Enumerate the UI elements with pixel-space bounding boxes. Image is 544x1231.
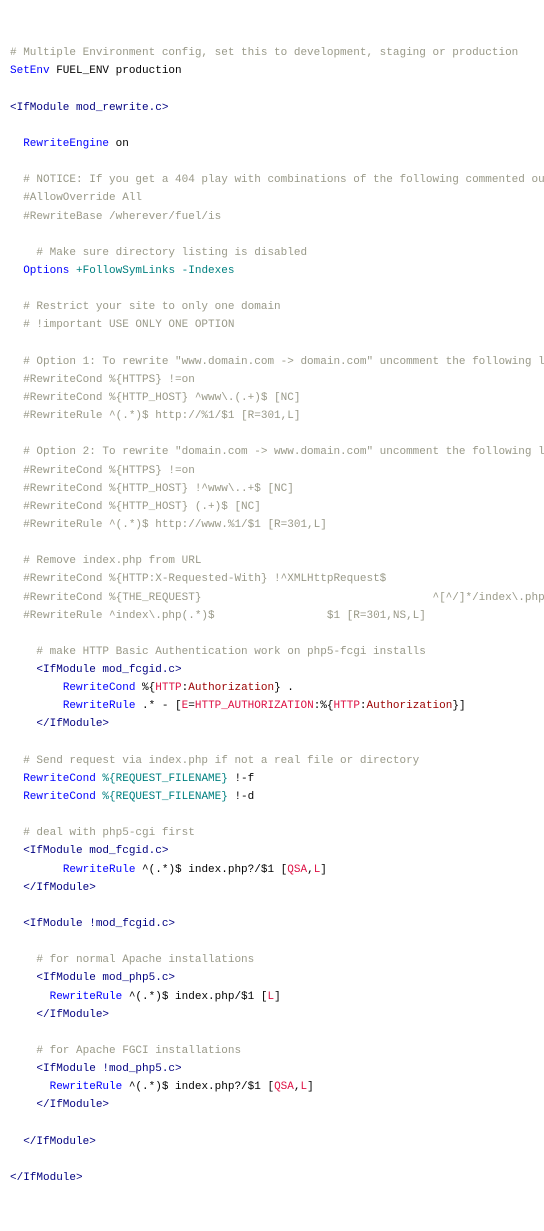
tag-close: </IfModule>: [36, 1009, 109, 1021]
text: FUEL_ENV production: [50, 65, 182, 77]
text: ]: [320, 864, 327, 876]
text: ]: [274, 991, 281, 1003]
comment: # Option 1: To rewrite "www.domain.com -…: [23, 356, 544, 368]
variable: %{REQUEST_FILENAME}: [96, 773, 228, 785]
directive: Options: [23, 265, 69, 277]
comment: # Restrict your site to only one domain: [23, 301, 280, 313]
options: +FollowSymLinks -Indexes: [69, 265, 234, 277]
text: :: [360, 700, 367, 712]
literal: HTTP: [334, 700, 360, 712]
tag-close: </IfModule>: [10, 1172, 83, 1184]
tag-open: <IfModule !mod_fcgid.c>: [23, 918, 175, 930]
directive: RewriteCond: [23, 791, 96, 803]
comment: #RewriteRule ^index\.php(.*)$ $1 [R=301,…: [23, 610, 426, 622]
tag-open: <IfModule mod_fcgid.c>: [36, 664, 181, 676]
variable: %{REQUEST_FILENAME}: [96, 791, 228, 803]
comment: #RewriteCond %{THE_REQUEST} ^[^/]*/index…: [23, 592, 544, 604]
name: Authorization: [188, 682, 274, 694]
text: :%{: [314, 700, 334, 712]
comment: #RewriteCond %{HTTPS} !=on: [23, 465, 195, 477]
tag-close: </IfModule>: [36, 1099, 109, 1111]
tag-close: </IfModule>: [23, 1136, 96, 1148]
text: } .: [274, 682, 294, 694]
comment: # Multiple Environment config, set this …: [10, 47, 518, 59]
comment: #RewriteCond %{HTTP_HOST} !^www\..+$ [NC…: [23, 483, 294, 495]
text: ^(.*)$ index.php?/$1 [: [122, 1081, 274, 1093]
literal: HTTP_AUTHORIZATION: [195, 700, 314, 712]
tag-open: <IfModule !mod_php5.c>: [36, 1063, 181, 1075]
directive: RewriteCond: [63, 682, 136, 694]
text: ]: [307, 1081, 314, 1093]
comment: #RewriteRule ^(.*)$ http://www.%1/$1 [R=…: [23, 519, 327, 531]
text: !-f: [228, 773, 254, 785]
directive: RewriteRule: [50, 991, 123, 1003]
comment: # make HTTP Basic Authentication work on…: [36, 646, 425, 658]
comment: #RewriteRule ^(.*)$ http://%1/$1 [R=301,…: [23, 410, 300, 422]
comment: #RewriteCond %{HTTPS} !=on: [23, 374, 195, 386]
comment: # Make sure directory listing is disable…: [36, 247, 307, 259]
text: !-d: [228, 791, 254, 803]
tag-close: </IfModule>: [36, 718, 109, 730]
text: %{: [135, 682, 155, 694]
directive: RewriteEngine: [23, 138, 109, 150]
text: ^(.*)$ index.php?/$1 [: [135, 864, 287, 876]
comment: #AllowOverride All: [23, 192, 142, 204]
text: =: [188, 700, 195, 712]
comment: # for normal Apache installations: [36, 954, 254, 966]
text: .* - [: [135, 700, 181, 712]
comment: # Remove index.php from URL: [23, 555, 201, 567]
literal: HTTP: [155, 682, 181, 694]
comment: #RewriteCond %{HTTP_HOST} ^www\.(.+)$ [N…: [23, 392, 300, 404]
tag-open: <IfModule mod_fcgid.c>: [23, 845, 168, 857]
comment: # for Apache FGCI installations: [36, 1045, 241, 1057]
comment: # Send request via index.php if not a re…: [23, 755, 419, 767]
directive: SetEnv: [10, 65, 50, 77]
comment: # !important USE ONLY ONE OPTION: [23, 319, 234, 331]
directive: RewriteRule: [50, 1081, 123, 1093]
directive: RewriteRule: [63, 864, 136, 876]
code-block: # Multiple Environment config, set this …: [10, 47, 544, 1184]
name: Authorization: [367, 700, 453, 712]
text: ,: [307, 864, 314, 876]
tag-open: <IfModule mod_rewrite.c>: [10, 102, 168, 114]
directive: RewriteCond: [23, 773, 96, 785]
text: ^(.*)$ index.php/$1 [: [122, 991, 267, 1003]
comment: #RewriteCond %{HTTP:X-Requested-With} !^…: [23, 573, 386, 585]
comment: # deal with php5-cgi first: [23, 827, 195, 839]
text: on: [109, 138, 129, 150]
comment: # NOTICE: If you get a 404 play with com…: [23, 174, 544, 186]
directive: RewriteRule: [63, 700, 136, 712]
literal: QSA: [274, 1081, 294, 1093]
comment: #RewriteBase /wherever/fuel/is: [23, 211, 221, 223]
tag-close: </IfModule>: [23, 882, 96, 894]
comment: # Option 2: To rewrite "domain.com -> ww…: [23, 446, 544, 458]
tag-open: <IfModule mod_php5.c>: [36, 972, 175, 984]
comment: #RewriteCond %{HTTP_HOST} (.+)$ [NC]: [23, 501, 261, 513]
text: }]: [452, 700, 465, 712]
literal: QSA: [287, 864, 307, 876]
